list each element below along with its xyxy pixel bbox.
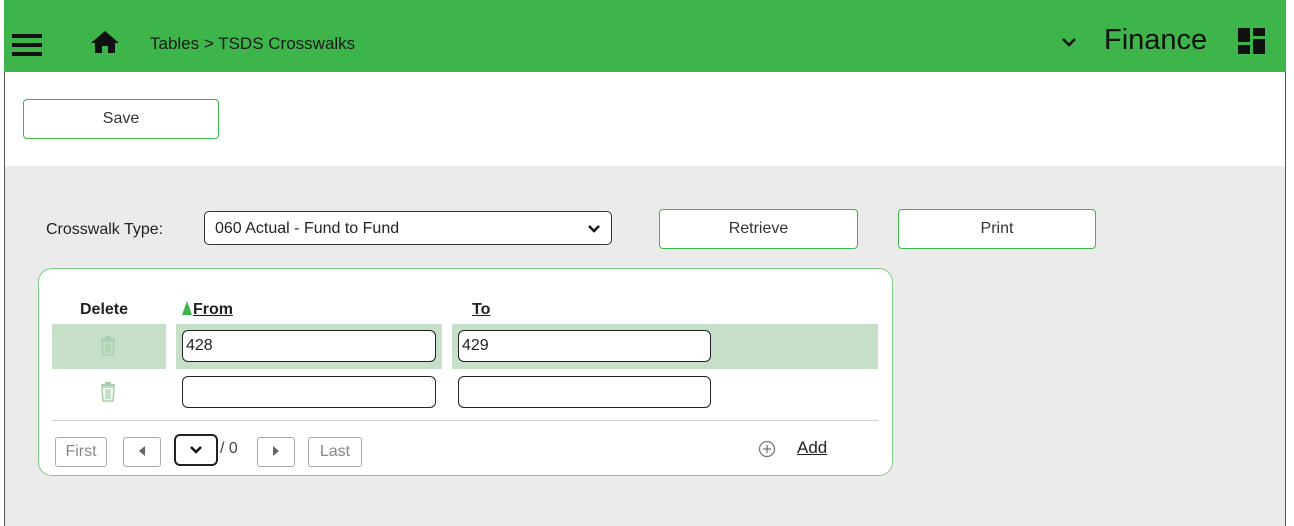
- previous-page-button[interactable]: [123, 437, 161, 467]
- trash-icon[interactable]: [99, 382, 117, 402]
- next-page-button[interactable]: [257, 437, 295, 467]
- chevron-down-icon: [190, 446, 202, 454]
- crosswalk-type-label: Crosswalk Type:: [46, 221, 164, 238]
- print-button[interactable]: Print: [898, 209, 1096, 249]
- chevron-down-icon[interactable]: [1060, 34, 1078, 50]
- crosswalk-type-select[interactable]: 060 Actual - Fund to Fund: [204, 211, 612, 245]
- module-name[interactable]: Finance: [1104, 24, 1207, 57]
- column-header-to[interactable]: To: [472, 301, 490, 319]
- trash-icon[interactable]: [99, 336, 117, 356]
- page-select[interactable]: [174, 434, 218, 466]
- retrieve-button[interactable]: Retrieve: [659, 209, 858, 249]
- to-input[interactable]: [458, 330, 711, 362]
- from-input[interactable]: [182, 376, 436, 408]
- save-button[interactable]: Save: [23, 99, 219, 139]
- from-input[interactable]: [182, 330, 436, 362]
- add-row-link[interactable]: Add: [797, 438, 827, 458]
- triangle-right-icon: [273, 446, 279, 456]
- grid-divider: [52, 420, 878, 421]
- crosswalk-type-value: 060 Actual - Fund to Fund: [215, 220, 400, 237]
- sort-ascending-icon: [182, 301, 192, 315]
- home-icon[interactable]: [90, 30, 120, 54]
- breadcrumb: Tables > TSDS Crosswalks: [150, 34, 356, 53]
- last-page-button[interactable]: Last: [308, 437, 362, 467]
- dashboard-grid-icon[interactable]: [1236, 26, 1268, 56]
- column-header-delete: Delete: [80, 301, 129, 318]
- first-page-button[interactable]: First: [55, 437, 107, 467]
- page-count: / 0: [220, 440, 238, 457]
- to-input[interactable]: [458, 376, 711, 408]
- plus-circle-icon[interactable]: [758, 440, 776, 458]
- column-header-from-label: From: [193, 301, 233, 318]
- triangle-left-icon: [139, 446, 145, 456]
- top-bar: Tables > TSDS Crosswalks Finance: [4, 0, 1286, 72]
- hamburger-menu-icon[interactable]: [12, 34, 42, 56]
- chevron-down-icon: [588, 225, 600, 233]
- column-header-from[interactable]: From: [182, 301, 233, 319]
